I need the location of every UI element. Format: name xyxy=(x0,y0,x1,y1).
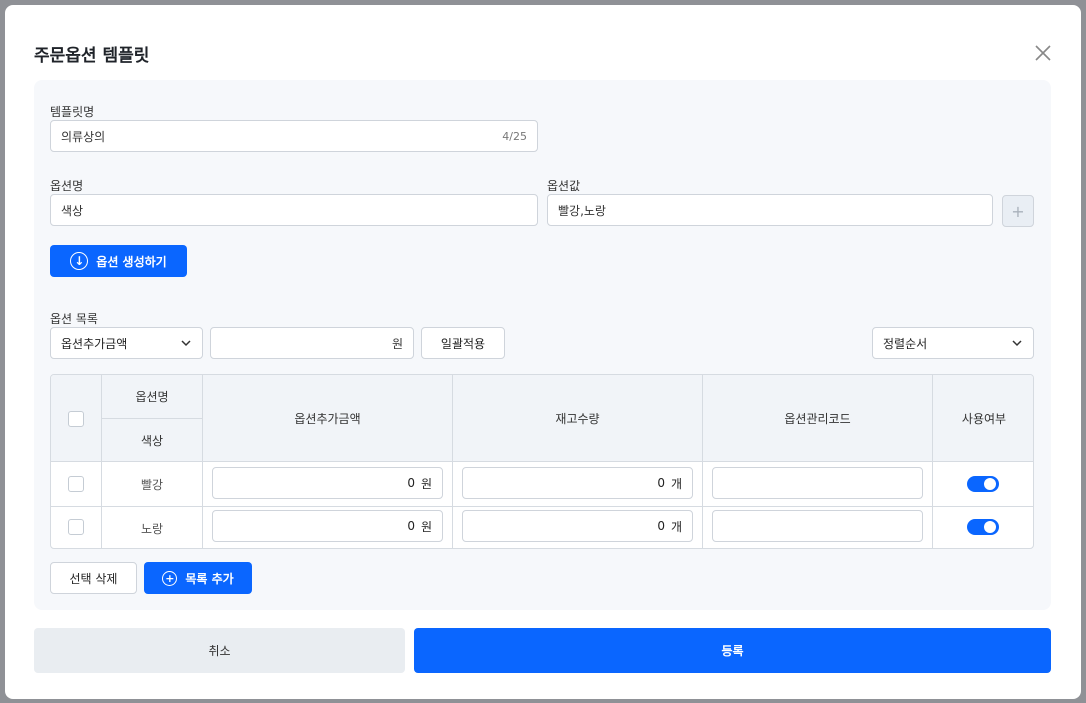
row-stock-input[interactable]: 0 개 xyxy=(462,467,693,499)
modal-title: 주문옵션 템플릿 xyxy=(34,46,150,66)
bulk-field-select-value: 옵션추가금액 xyxy=(61,336,128,351)
option-values-value: 빨강,노랑 xyxy=(558,203,606,218)
option-list-label: 옵션 목록 xyxy=(50,312,98,326)
row-extra-price-value: 0 xyxy=(407,476,415,490)
option-name-label: 옵션명 xyxy=(50,179,84,193)
chevron-down-icon xyxy=(1012,340,1022,347)
add-option-value-button[interactable]: + xyxy=(1002,195,1034,227)
generate-options-button[interactable]: ↓ 옵션 생성하기 xyxy=(50,245,187,277)
template-name-label: 템플릿명 xyxy=(50,105,95,119)
row-enabled-toggle[interactable] xyxy=(967,519,999,535)
chevron-down-icon xyxy=(181,340,191,347)
row-extra-price-value: 0 xyxy=(407,519,415,533)
bulk-apply-button[interactable]: 일괄적용 xyxy=(421,327,505,359)
close-icon xyxy=(1035,45,1051,61)
header-option-name-sub: 색상 xyxy=(140,434,164,448)
row-option-code-input[interactable] xyxy=(712,467,923,499)
bulk-amount-input[interactable]: 원 xyxy=(210,327,414,359)
option-values-input[interactable]: 빨강,노랑 xyxy=(547,194,993,226)
row-stock-value: 0 xyxy=(657,519,665,533)
row-stock-unit: 개 xyxy=(670,519,682,534)
option-table: 옵션명 색상 옵션추가금액 재고수량 옵션관리코드 사용여부 빨강 0 원 0 … xyxy=(50,374,1034,549)
row-checkbox[interactable] xyxy=(68,476,84,492)
add-row-label: 목록 추가 xyxy=(185,571,234,586)
row-stock-value: 0 xyxy=(657,476,665,490)
sort-order-select[interactable]: 정렬순서 xyxy=(872,327,1034,359)
bulk-field-select[interactable]: 옵션추가금액 xyxy=(50,327,203,359)
row-option-name: 노랑 xyxy=(140,522,164,536)
row-stock-unit: 개 xyxy=(670,476,682,491)
generate-options-label: 옵션 생성하기 xyxy=(96,254,167,269)
template-name-input[interactable]: 의류상의 4/25 xyxy=(50,120,538,152)
row-checkbox[interactable] xyxy=(68,519,84,535)
template-name-value: 의류상의 xyxy=(61,129,106,144)
template-name-counter: 4/25 xyxy=(502,129,527,143)
option-name-value: 색상 xyxy=(61,203,84,218)
header-extra-price: 옵션추가금액 xyxy=(294,412,361,426)
header-option-name: 옵션명 xyxy=(135,390,169,404)
row-extra-price-input[interactable]: 0 원 xyxy=(212,510,443,542)
row-extra-price-unit: 원 xyxy=(420,476,432,491)
header-enabled: 사용여부 xyxy=(961,412,1007,426)
row-stock-input[interactable]: 0 개 xyxy=(462,510,693,542)
plus-icon: + xyxy=(1011,201,1025,221)
row-extra-price-unit: 원 xyxy=(420,519,432,534)
header-stock: 재고수량 xyxy=(555,412,600,426)
row-extra-price-input[interactable]: 0 원 xyxy=(212,467,443,499)
delete-selected-button[interactable]: 선택 삭제 xyxy=(50,562,137,594)
add-row-button[interactable]: + 목록 추가 xyxy=(144,562,252,594)
row-enabled-toggle[interactable] xyxy=(967,476,999,492)
header-option-code: 옵션관리코드 xyxy=(784,412,851,426)
cancel-button[interactable]: 취소 xyxy=(34,628,405,673)
close-button[interactable] xyxy=(1031,41,1055,65)
select-all-checkbox[interactable] xyxy=(68,411,84,427)
order-option-template-modal: 주문옵션 템플릿 템플릿명 의류상의 4/25 옵션명 색상 옵션값 빨강,노랑… xyxy=(5,5,1081,699)
bulk-amount-unit: 원 xyxy=(391,336,403,351)
plus-circle-icon: + xyxy=(162,570,178,586)
sort-order-select-value: 정렬순서 xyxy=(883,336,928,351)
arrow-down-circle-icon: ↓ xyxy=(70,252,89,270)
row-option-name: 빨강 xyxy=(140,478,164,492)
option-name-input[interactable]: 색상 xyxy=(50,194,538,226)
option-values-label: 옵션값 xyxy=(547,179,581,193)
row-option-code-input[interactable] xyxy=(712,510,923,542)
submit-button[interactable]: 등록 xyxy=(414,628,1051,673)
template-form-panel: 템플릿명 의류상의 4/25 옵션명 색상 옵션값 빨강,노랑 + ↓ 옵션 생… xyxy=(34,80,1051,610)
